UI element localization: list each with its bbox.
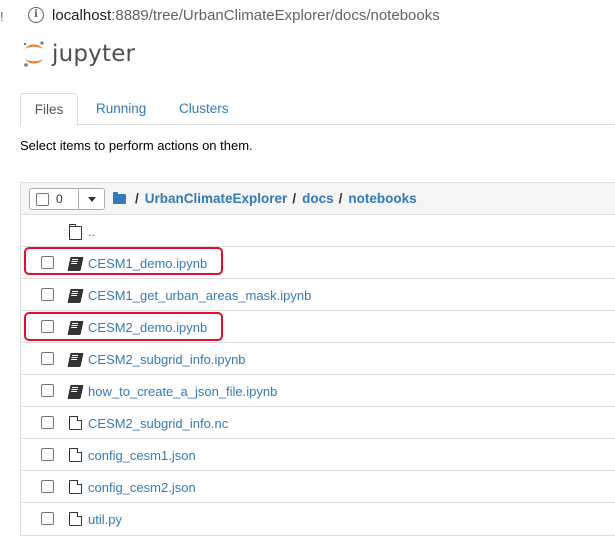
file-name[interactable]: CESM1_demo.ipynb [88, 256, 207, 271]
address-bar[interactable]: ! i localhost:8889/tree/UrbanClimateExpl… [0, 0, 615, 34]
file-name[interactable]: config_cesm2.json [88, 480, 196, 495]
row-checkbox[interactable] [41, 416, 54, 429]
file-icon [69, 512, 82, 526]
select-all-button[interactable]: 0 [29, 188, 79, 210]
breadcrumb-separator: / [135, 191, 139, 206]
logo-text: jupyter [52, 41, 136, 67]
list-item-parent[interactable]: .. [21, 215, 615, 247]
folder-icon[interactable] [113, 191, 126, 204]
selected-count: 0 [56, 192, 63, 206]
list-item[interactable]: CESM2_subgrid_info.ipynb [21, 343, 615, 375]
file-icon [69, 448, 82, 462]
breadcrumb-separator: / [338, 191, 343, 206]
url-host: localhost [52, 7, 112, 24]
url-path: :8889/tree/UrbanClimateExplorer/docs/not… [111, 7, 440, 24]
list-item[interactable]: util.py [21, 503, 615, 535]
instructions-text: Select items to perform actions on them. [20, 138, 253, 153]
notebook-icon [67, 289, 84, 303]
list-item[interactable]: CESM2_demo.ipynb [21, 311, 615, 343]
list-item[interactable]: how_to_create_a_json_file.ipynb [21, 375, 615, 407]
info-icon[interactable]: i [28, 7, 44, 23]
row-checkbox[interactable] [41, 320, 54, 333]
row-checkbox[interactable] [41, 288, 54, 301]
notebook-icon [67, 385, 84, 399]
tab-clusters[interactable]: Clusters [179, 93, 229, 125]
row-checkbox[interactable] [41, 512, 54, 525]
file-name[interactable]: CESM2_subgrid_info.nc [88, 416, 228, 431]
list-item[interactable]: CESM2_subgrid_info.nc [21, 407, 615, 439]
file-name[interactable]: .. [88, 224, 95, 239]
row-checkbox[interactable] [41, 384, 54, 397]
tab-running[interactable]: Running [96, 93, 146, 125]
tab-files[interactable]: Files [20, 93, 78, 126]
list-item[interactable]: CESM1_demo.ipynb [21, 247, 615, 279]
notebook-icon [67, 353, 84, 367]
url-text[interactable]: localhost:8889/tree/UrbanClimateExplorer… [52, 7, 440, 24]
breadcrumb: / UrbanClimateExplorer / docs / notebook… [113, 191, 417, 206]
breadcrumb-docs[interactable]: docs [302, 191, 334, 206]
notebook-icon [67, 321, 84, 335]
file-name[interactable]: util.py [88, 512, 122, 527]
list-header: 0 / UrbanClimateExplorer / docs / notebo… [21, 183, 615, 215]
jupyter-logo[interactable]: jupyter [22, 38, 135, 70]
row-checkbox[interactable] [41, 448, 54, 461]
jupyter-logo-icon [23, 41, 44, 67]
row-checkbox[interactable] [41, 256, 54, 269]
breadcrumb-separator: / [292, 191, 297, 206]
row-checkbox[interactable] [41, 480, 54, 493]
notebook-icon [67, 257, 84, 271]
tab-bar: Files Running Clusters [20, 93, 615, 126]
breadcrumb-notebooks[interactable]: notebooks [348, 191, 416, 206]
list-item[interactable]: config_cesm2.json [21, 471, 615, 503]
file-icon [69, 480, 82, 494]
left-edge-mark: ! [0, 9, 4, 24]
file-name[interactable]: how_to_create_a_json_file.ipynb [88, 384, 277, 399]
file-list: 0 / UrbanClimateExplorer / docs / notebo… [20, 182, 615, 536]
row-checkbox[interactable] [41, 352, 54, 365]
file-name[interactable]: CESM2_demo.ipynb [88, 320, 207, 335]
caret-down-icon [88, 197, 96, 202]
file-name[interactable]: config_cesm1.json [88, 448, 196, 463]
file-icon [69, 416, 82, 430]
list-item[interactable]: config_cesm1.json [21, 439, 615, 471]
file-name[interactable]: CESM2_subgrid_info.ipynb [88, 352, 246, 367]
breadcrumb-urbanclimateexplorer[interactable]: UrbanClimateExplorer [145, 191, 288, 206]
select-all-checkbox[interactable] [36, 193, 49, 206]
select-dropdown-button[interactable] [78, 188, 105, 210]
file-name[interactable]: CESM1_get_urban_areas_mask.ipynb [88, 288, 311, 303]
list-item[interactable]: CESM1_get_urban_areas_mask.ipynb [21, 279, 615, 311]
folder-icon [69, 224, 82, 240]
